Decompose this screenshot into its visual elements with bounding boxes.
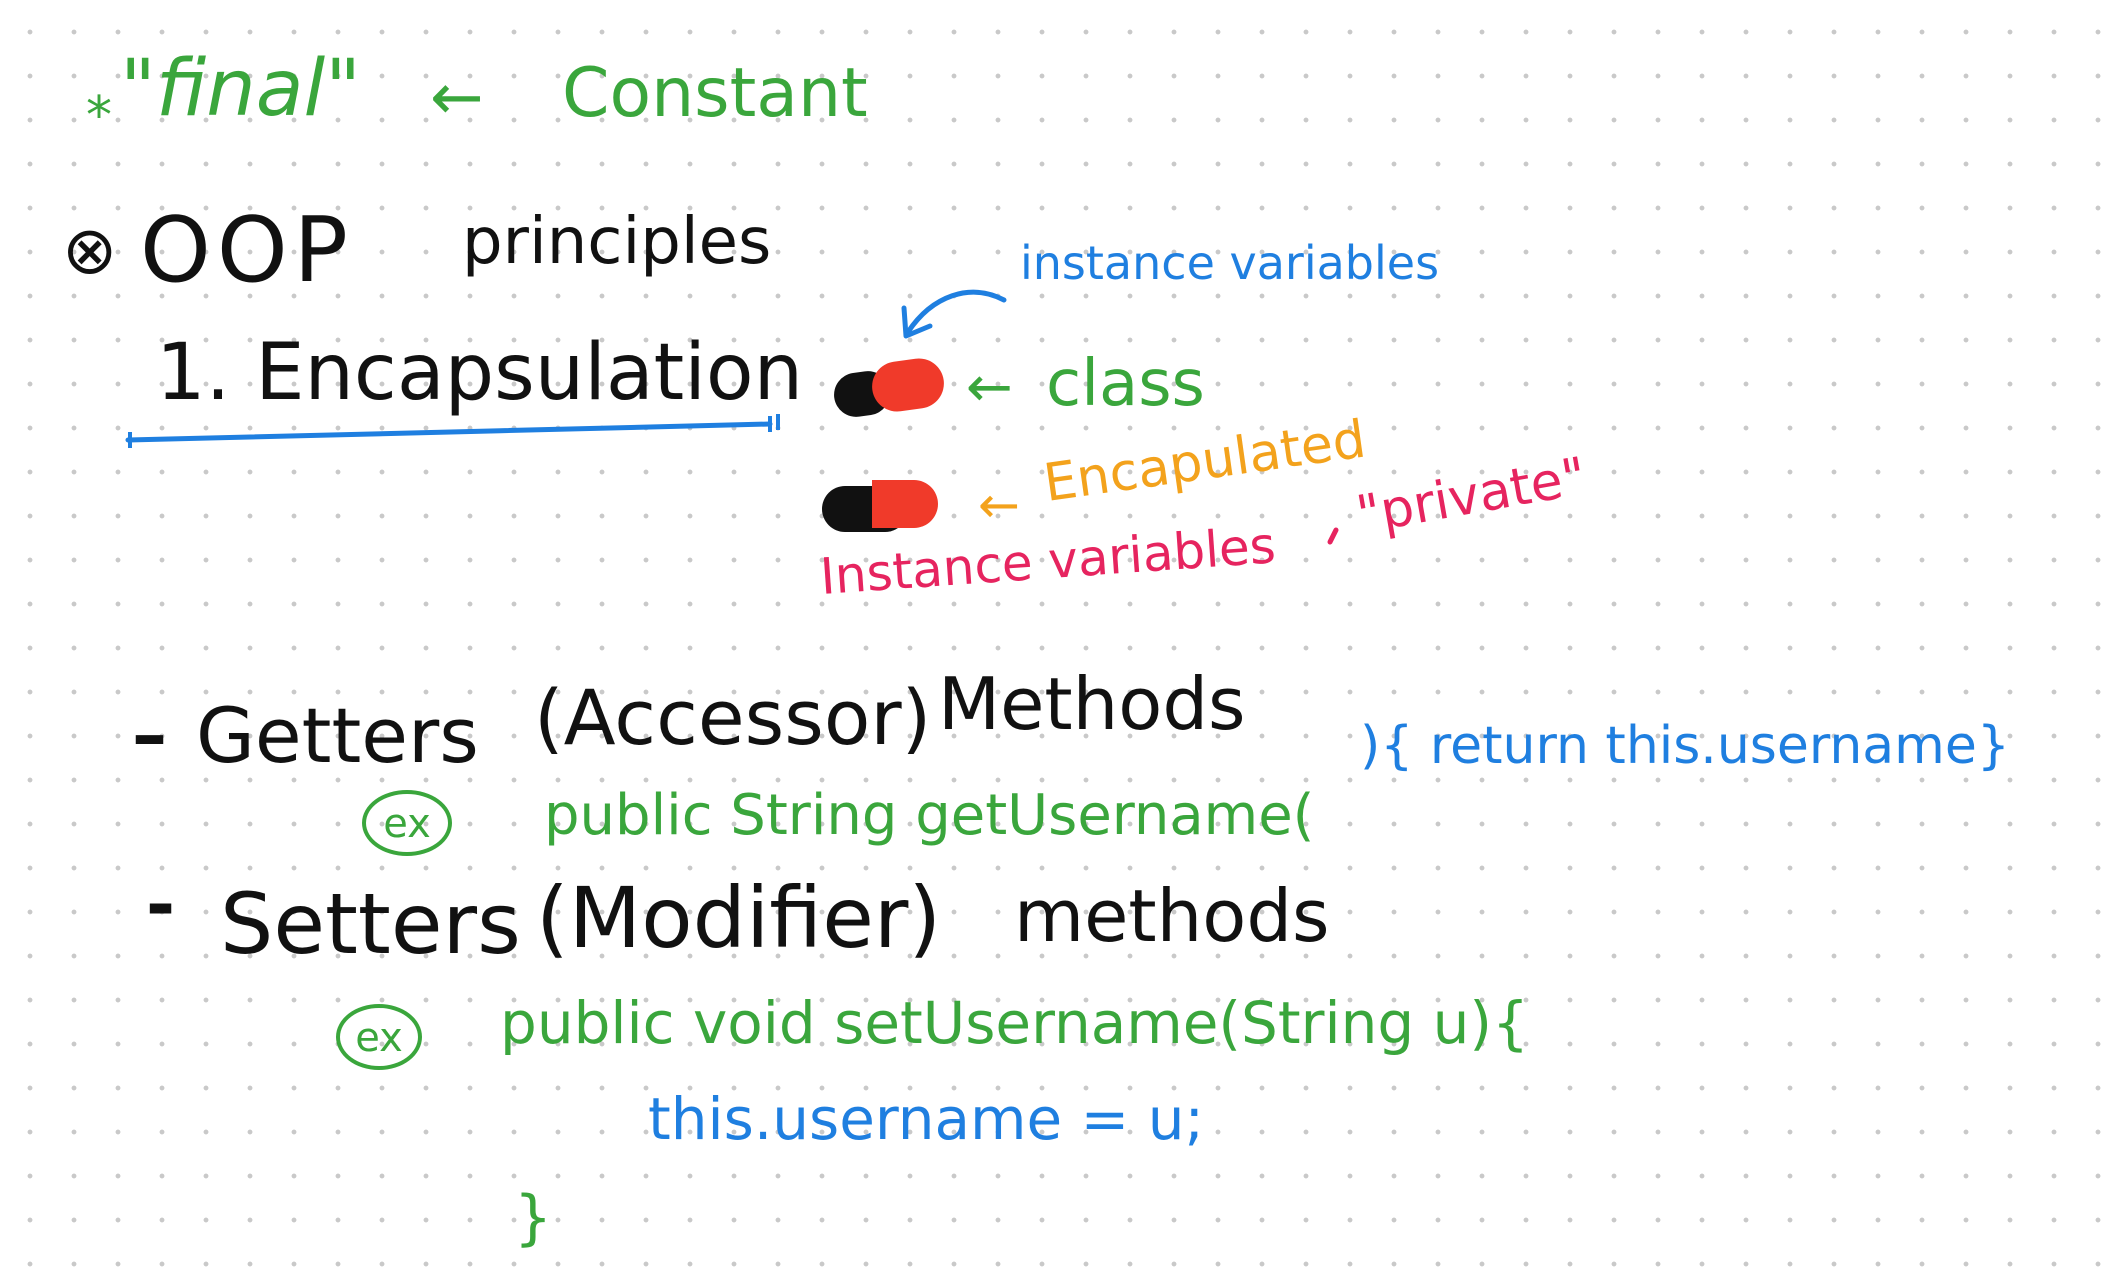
setter-code-body: this.username = u; [648, 1085, 1205, 1153]
instance-variables-label: instance variables [1020, 236, 1440, 290]
final-keyword: "final" [120, 44, 362, 134]
getters-dash: – [132, 694, 167, 776]
encapsulated-label: Encapulated [1040, 409, 1370, 514]
setter-ex-badge: ex [336, 1004, 422, 1070]
note-canvas: * "final" ← Constant ⊗ OOP principles 1.… [0, 0, 2114, 1274]
private-keyword: "private" [1352, 446, 1591, 546]
constant-label: Constant [562, 54, 868, 133]
class-arrow-icon: ← [966, 355, 1013, 420]
encapsulation-underline [125, 421, 773, 443]
setters-methods-label: methods [1014, 874, 1330, 958]
getter-code-signature: public String getUsername( [544, 783, 1315, 848]
encapsulation-heading: 1. Encapsulation [156, 328, 804, 418]
oop-title: OOP [140, 198, 354, 303]
instance-vars-curved-arrow [905, 289, 1007, 335]
setter-code-signature: public void setUsername(String u){ [500, 989, 1529, 1057]
getter-code-body: ){ return this.username} [1360, 716, 2010, 776]
getter-ex-label: ex [383, 801, 431, 847]
accessor-label: (Accessor) [534, 673, 932, 762]
getters-methods-label: Methods [938, 662, 1246, 746]
modifier-label: (Modifier) [536, 869, 942, 967]
orange-tick-mark [1327, 527, 1339, 545]
class-label: class [1046, 347, 1205, 421]
star-bullet: * [86, 86, 112, 146]
encapsulated-capsule-red-half [872, 480, 938, 528]
class-capsule-red-half [868, 355, 948, 415]
principles-label: principles [462, 205, 772, 279]
getter-ex-badge: ex [362, 790, 452, 856]
getters-title: Getters [196, 691, 479, 780]
setters-title: Setters [220, 875, 521, 973]
private-instance-variables-label: Instance variables [818, 516, 1278, 606]
circled-x-bullet-icon: ⊗ [62, 212, 118, 289]
setter-ex-label: ex [355, 1015, 403, 1061]
setters-dash: - [146, 864, 176, 946]
ink-strokes [125, 289, 1339, 545]
instance-vars-arrowhead-icon [901, 305, 933, 339]
left-arrow-icon: ← [430, 61, 484, 135]
encapsulated-arrow-icon: ← [978, 476, 1020, 534]
setter-closing-brace: } [514, 1183, 553, 1253]
